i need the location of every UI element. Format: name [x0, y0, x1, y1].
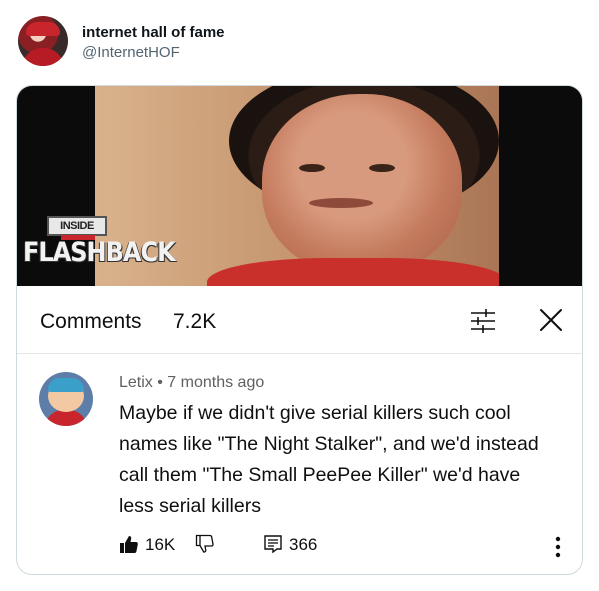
reply-icon[interactable] — [263, 534, 283, 554]
show-logo-inside: INSIDE — [47, 216, 107, 236]
tweet-header: internet hall of fame @InternetHOF — [16, 14, 576, 70]
more-icon[interactable] — [555, 536, 561, 558]
sort-icon[interactable] — [469, 308, 497, 334]
like-count: 16K — [145, 535, 176, 554]
like-icon[interactable] — [119, 534, 139, 554]
reply-count: 366 — [289, 535, 318, 554]
comments-count: 7.2K — [173, 310, 217, 333]
media-card[interactable]: INSIDE FLASHBACK Comments 7.2K Letix • 7… — [16, 85, 583, 575]
dislike-icon[interactable] — [195, 534, 215, 554]
video-screenshot: INSIDE FLASHBACK — [17, 86, 582, 286]
close-icon[interactable] — [537, 306, 565, 334]
comment-actions: 16K 366 — [119, 532, 569, 558]
comment-text: Maybe if we didn't give serial killers s… — [119, 402, 539, 517]
show-logo-flashback: FLASHBACK — [23, 236, 176, 268]
author-handle[interactable]: @InternetHOF — [82, 44, 180, 61]
commenter-avatar[interactable] — [39, 372, 93, 426]
author-display-name[interactable]: internet hall of fame — [82, 24, 225, 41]
comments-title: Comments — [40, 310, 142, 333]
author-avatar[interactable] — [18, 16, 68, 66]
comments-header: Comments 7.2K — [17, 286, 582, 354]
comment-meta: Letix • 7 months ago — [119, 374, 265, 391]
comment-item: Letix • 7 months ago Maybe if we didn't … — [17, 354, 582, 574]
